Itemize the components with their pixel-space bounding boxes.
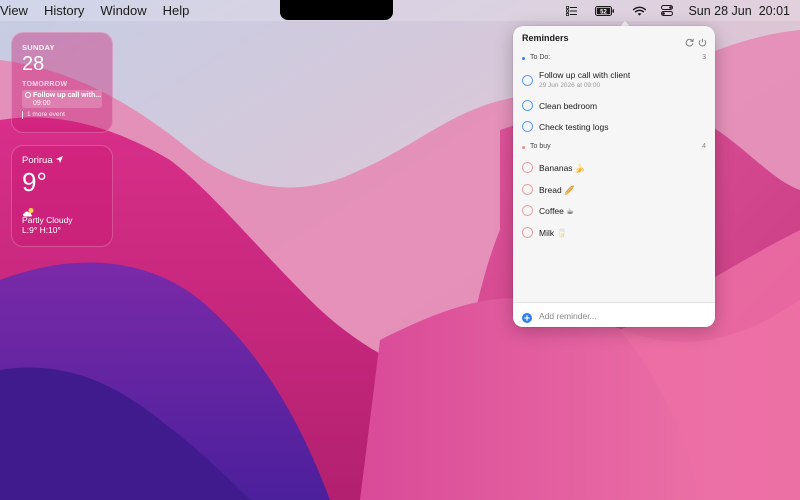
- calendar-day: 28: [22, 53, 45, 75]
- menu-window[interactable]: Window: [92, 0, 154, 21]
- reminder-item[interactable]: Bread 🥖: [513, 179, 715, 200]
- section-tobuy-name: To buy: [530, 143, 551, 150]
- event-circle-icon: [25, 92, 31, 98]
- menu-view[interactable]: View: [0, 0, 36, 21]
- section-tobuy-count: 4: [702, 143, 706, 150]
- reminder-title: Coffee ☕: [539, 206, 574, 216]
- menubar-date[interactable]: Sun 28 Jun: [688, 4, 751, 18]
- reminders-title: Reminders: [522, 33, 569, 43]
- section-todo-name: To Do:: [530, 54, 551, 61]
- reminder-title: Bread 🥖: [539, 185, 575, 195]
- weather-widget[interactable]: Porirua 9° Partly Cloudy L:9° H:10°: [11, 145, 113, 247]
- reminders-header: Reminders: [513, 26, 715, 50]
- battery-percent: 52: [601, 9, 608, 15]
- battery-icon[interactable]: 52: [595, 0, 615, 21]
- calendar-event-time: 09:00: [33, 100, 51, 107]
- reminder-checkbox[interactable]: [522, 227, 533, 238]
- weather-city: Porirua: [22, 155, 53, 166]
- weather-location: Porirua: [22, 155, 102, 166]
- status-area: 52 Sun 28 Jun 20:01: [564, 0, 790, 21]
- reminder-item[interactable]: Bananas 🍌: [513, 158, 715, 179]
- reminder-title: Check testing logs: [539, 122, 609, 132]
- reminders-icon[interactable]: [564, 0, 578, 21]
- calendar-tomorrow-label: TOMORROW: [22, 81, 68, 88]
- section-tobuy[interactable]: To buy 4: [513, 139, 715, 156]
- control-center-icon[interactable]: [660, 0, 674, 21]
- weather-temperature: 9°: [22, 167, 47, 197]
- reminder-checkbox[interactable]: [522, 162, 533, 173]
- reminder-item[interactable]: Milk 🥛: [513, 222, 715, 243]
- weather-hi-lo: L:9° H:10°: [22, 225, 61, 235]
- location-arrow-icon: [55, 156, 63, 165]
- weather-condition: Partly Cloudy: [22, 215, 73, 225]
- reminder-checkbox[interactable]: [522, 121, 533, 132]
- section-todo[interactable]: To Do: 3: [513, 50, 715, 67]
- reminder-item[interactable]: Coffee ☕: [513, 200, 715, 222]
- reminder-checkbox[interactable]: [522, 75, 533, 86]
- section-todo-count: 3: [702, 54, 706, 61]
- app-menus: View History Window Help: [0, 0, 197, 21]
- reminder-item[interactable]: Check testing logs: [513, 116, 715, 137]
- reminder-item[interactable]: Clean bedroom: [513, 95, 715, 116]
- add-reminder-icon[interactable]: [522, 310, 532, 323]
- reminder-checkbox[interactable]: [522, 100, 533, 111]
- reminders-popover: Reminders To Do: 3 Follow up call with c…: [513, 26, 715, 327]
- add-reminder-input[interactable]: Add reminder...: [539, 311, 597, 321]
- calendar-event[interactable]: Follow up call with... 09:00: [22, 90, 102, 108]
- reminder-item[interactable]: Follow up call with client 29 Jun 2026 a…: [513, 67, 715, 95]
- camera-notch: [280, 0, 393, 20]
- menubar-time[interactable]: 20:01: [759, 4, 790, 18]
- reminder-checkbox[interactable]: [522, 184, 533, 195]
- reminder-title: Follow up call with client: [539, 70, 631, 80]
- wifi-icon[interactable]: [632, 0, 646, 21]
- section-tobuy-dot: [522, 146, 525, 149]
- calendar-event-title: Follow up call with...: [33, 92, 102, 99]
- reminder-checkbox[interactable]: [522, 205, 533, 216]
- reminder-due-date: 29 Jun 2026 at 09:00: [539, 82, 601, 89]
- power-icon[interactable]: [698, 34, 707, 47]
- menu-history[interactable]: History: [36, 0, 92, 21]
- reminder-title: Bananas 🍌: [539, 163, 586, 173]
- calendar-weekday: SUNDAY: [22, 43, 55, 52]
- menu-bar: View History Window Help 52 Sun 28 Jun 2…: [0, 0, 800, 21]
- section-todo-dot: [522, 57, 525, 60]
- reminder-title: Milk 🥛: [539, 228, 568, 238]
- partly-cloudy-icon: [22, 204, 102, 217]
- add-reminder-bar[interactable]: Add reminder...: [513, 302, 715, 327]
- refresh-icon[interactable]: [685, 34, 694, 47]
- menu-help[interactable]: Help: [155, 0, 198, 21]
- reminder-title: Clean bedroom: [539, 101, 598, 111]
- calendar-more-events: 1 more event: [22, 111, 102, 119]
- calendar-widget[interactable]: SUNDAY 28 TOMORROW Follow up call with..…: [11, 32, 113, 133]
